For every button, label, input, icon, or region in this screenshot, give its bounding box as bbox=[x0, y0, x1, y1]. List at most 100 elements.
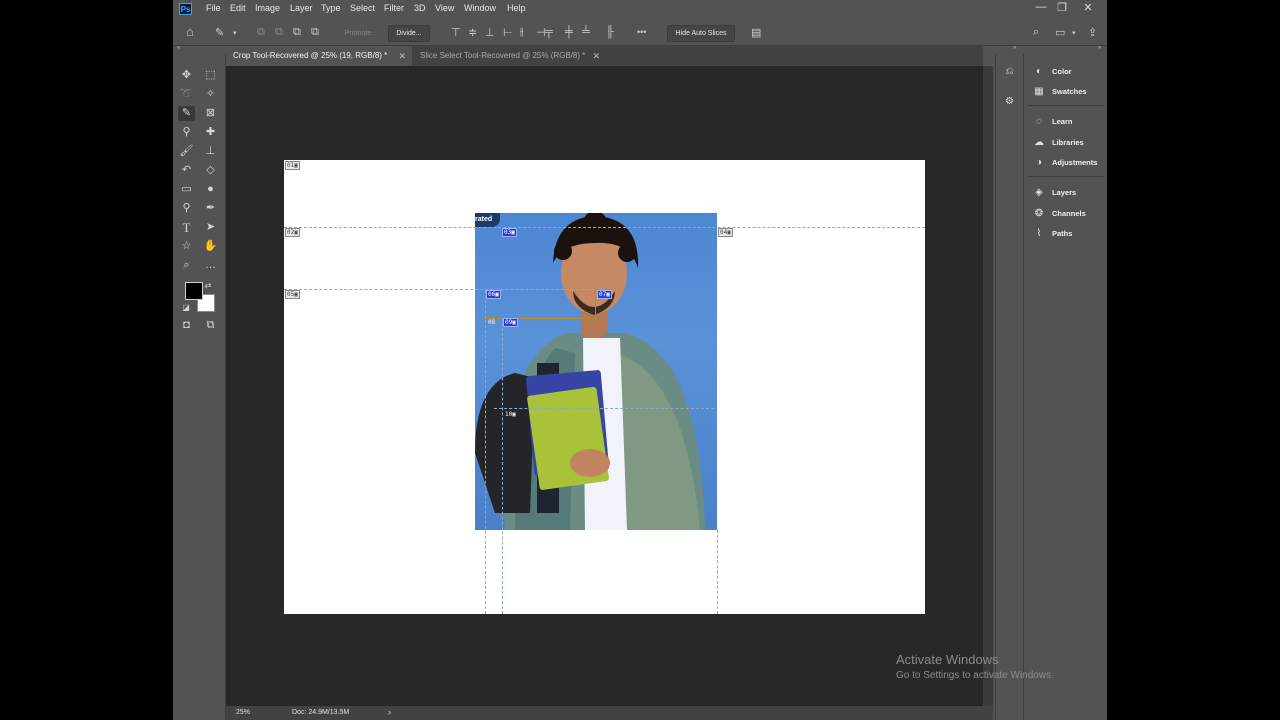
slice-tag-08[interactable]: 08 bbox=[486, 318, 497, 327]
distribute-vcenter-icon[interactable]: ╪ bbox=[565, 26, 573, 38]
send-to-back-icon[interactable]: ⧉ bbox=[311, 26, 319, 39]
menu-edit[interactable]: Edit bbox=[230, 3, 246, 13]
menu-select[interactable]: Select bbox=[350, 3, 375, 13]
properties-panel-icon[interactable]: ⚙ bbox=[1002, 94, 1017, 109]
menu-filter[interactable]: Filter bbox=[384, 3, 404, 13]
menu-view[interactable]: View bbox=[435, 3, 454, 13]
distribute-left-icon[interactable]: ╟ bbox=[606, 26, 614, 38]
align-hcenter-icon[interactable]: ⫲ bbox=[520, 26, 524, 39]
slice-tag-07[interactable]: 07▣ bbox=[597, 290, 612, 299]
align-left-icon[interactable]: ⊢ bbox=[503, 26, 513, 39]
slice-tag-06[interactable]: 06▣ bbox=[486, 290, 501, 299]
slice-tag-01[interactable]: 01▣ bbox=[285, 161, 300, 170]
move-tool-icon[interactable]: ✥ bbox=[178, 68, 195, 83]
align-vcenter-icon[interactable]: ≑ bbox=[468, 26, 477, 39]
path-selection-tool-icon[interactable]: ➤ bbox=[202, 220, 219, 235]
status-menu-arrow-icon[interactable]: › bbox=[388, 707, 391, 717]
more-tools-icon[interactable]: … bbox=[202, 258, 219, 273]
hand-tool-icon[interactable]: ✋ bbox=[202, 239, 219, 254]
hide-auto-slices-button[interactable]: Hide Auto Slices bbox=[667, 25, 735, 42]
menu-window[interactable]: Window bbox=[464, 3, 496, 13]
panel-collapse-icon[interactable]: » bbox=[1098, 45, 1101, 53]
default-colors-icon[interactable]: ◪ bbox=[181, 300, 191, 315]
panel-layers[interactable]: ◈ Layers bbox=[1030, 185, 1106, 201]
eyedropper-tool-icon[interactable]: ⚲ bbox=[178, 125, 195, 140]
blur-tool-icon[interactable]: ● bbox=[202, 182, 219, 197]
zoom-level[interactable]: 25% bbox=[236, 709, 250, 716]
pen-tool-icon[interactable]: ✒ bbox=[202, 201, 219, 216]
shape-tool-icon[interactable]: ☆ bbox=[178, 239, 195, 254]
workspace-icon[interactable]: ▭ bbox=[1055, 26, 1065, 39]
bring-forward-icon[interactable]: ⧉ bbox=[275, 26, 283, 39]
menu-image[interactable]: Image bbox=[255, 3, 280, 13]
home-icon[interactable]: ⌂ bbox=[186, 24, 194, 39]
healing-brush-tool-icon[interactable]: ✚ bbox=[202, 125, 219, 140]
distribute-bottom-icon[interactable]: ╧ bbox=[582, 26, 590, 38]
panel-libraries[interactable]: ☁ Libraries bbox=[1030, 135, 1106, 151]
panel-strip-collapse-icon[interactable]: » bbox=[1013, 45, 1016, 53]
vertical-scrollbar[interactable] bbox=[983, 66, 993, 706]
panel-adjustments[interactable]: ◑ Adjustments bbox=[1030, 155, 1106, 171]
bring-to-front-icon[interactable]: ⧉ bbox=[257, 26, 265, 39]
panel-paths[interactable]: ⌇ Paths bbox=[1030, 226, 1106, 242]
lasso-tool-icon[interactable]: ➰ bbox=[178, 87, 195, 102]
menu-help[interactable]: Help bbox=[507, 3, 526, 13]
brush-tool-icon[interactable]: 🖌 bbox=[178, 144, 195, 159]
divide-button[interactable]: Divide... bbox=[388, 25, 430, 42]
quick-mask-icon[interactable]: ◘ bbox=[178, 318, 195, 333]
marquee-tool-icon[interactable]: ⬚ bbox=[202, 68, 219, 83]
slice-tag-02[interactable]: 02▣ bbox=[285, 228, 300, 237]
tab-slice-select-tool-recovered[interactable]: Slice Select Tool-Recovered @ 25% (RGB/8… bbox=[413, 46, 606, 66]
tab-crop-tool-recovered[interactable]: Crop Tool-Recovered @ 25% (19, RGB/8) * … bbox=[226, 46, 412, 66]
slice-guide-h2 bbox=[284, 289, 594, 290]
restore-button[interactable]: ❐ bbox=[1052, 1, 1072, 14]
slice-tool-preset-icon[interactable]: ✎ bbox=[215, 26, 224, 39]
share-icon[interactable]: ⇪ bbox=[1088, 26, 1097, 39]
align-top-icon[interactable]: ⊤ bbox=[451, 26, 461, 39]
document-canvas[interactable]: rated 01▣ 02▣ 03▣ 04▣ 05▣ 06▣ 07▣ 08 09▣… bbox=[284, 160, 925, 614]
close-button[interactable]: ✕ bbox=[1078, 1, 1098, 14]
screen-mode-icon[interactable]: ⧉ bbox=[202, 318, 219, 333]
zoom-tool-icon[interactable]: ⌕ bbox=[178, 258, 195, 273]
send-backward-icon[interactable]: ⧉ bbox=[293, 26, 301, 39]
canvas-area[interactable]: rated 01▣ 02▣ 03▣ 04▣ 05▣ 06▣ 07▣ 08 09▣… bbox=[226, 66, 983, 706]
align-bottom-icon[interactable]: ⊥ bbox=[485, 26, 495, 39]
slice-tag-03[interactable]: 03▣ bbox=[502, 228, 517, 237]
promote-button[interactable]: Promote bbox=[337, 25, 379, 42]
eraser-tool-icon[interactable]: ◇ bbox=[202, 163, 219, 178]
history-brush-tool-icon[interactable]: ↶ bbox=[178, 163, 195, 178]
menu-file[interactable]: File bbox=[206, 3, 221, 13]
panel-swatches[interactable]: ▦ Swatches bbox=[1030, 84, 1106, 100]
magic-wand-tool-icon[interactable]: ✧ bbox=[202, 87, 219, 102]
slice-tag-05[interactable]: 05▣ bbox=[285, 290, 300, 299]
tab-close-icon[interactable]: ✕ bbox=[398, 46, 406, 66]
chevron-down-icon[interactable]: ▾ bbox=[233, 29, 237, 37]
menu-3d[interactable]: 3D bbox=[414, 3, 426, 13]
more-options-icon[interactable]: ••• bbox=[637, 27, 646, 37]
slice-tag-10[interactable]: 10▣ bbox=[503, 410, 518, 419]
slice-options-icon[interactable]: ▤ bbox=[751, 26, 761, 39]
foreground-color-swatch[interactable] bbox=[185, 282, 203, 300]
swap-colors-icon[interactable]: ⇄ bbox=[203, 278, 213, 293]
clone-stamp-tool-icon[interactable]: ⊥ bbox=[202, 144, 219, 159]
frame-tool-icon[interactable]: ⊠ bbox=[202, 106, 219, 121]
gradient-tool-icon[interactable]: ▭ bbox=[178, 182, 195, 197]
menu-layer[interactable]: Layer bbox=[290, 3, 313, 13]
dodge-tool-icon[interactable]: ⚲ bbox=[178, 201, 195, 216]
panel-channels[interactable]: ❂ Channels bbox=[1030, 206, 1106, 222]
tab-close-icon[interactable]: ✕ bbox=[592, 46, 600, 66]
type-tool-icon[interactable]: T bbox=[178, 220, 195, 235]
slice-tool-icon[interactable]: ✎ bbox=[178, 106, 195, 121]
workspace-chevron-icon[interactable]: ▾ bbox=[1072, 29, 1076, 37]
menu-type[interactable]: Type bbox=[321, 3, 341, 13]
history-panel-icon[interactable]: ⎌ bbox=[1002, 64, 1017, 79]
student-illustration bbox=[475, 213, 705, 530]
panel-learn[interactable]: ◌ Learn bbox=[1030, 114, 1106, 130]
distribute-top-icon[interactable]: ╤ bbox=[545, 26, 553, 38]
slice-tag-04[interactable]: 04▣ bbox=[718, 228, 733, 237]
toolbox-collapse-icon[interactable]: « bbox=[177, 45, 180, 53]
slice-tag-09[interactable]: 09▣ bbox=[503, 318, 518, 327]
search-icon[interactable]: ⌕ bbox=[1033, 26, 1039, 39]
minimize-button[interactable]: — bbox=[1031, 1, 1051, 13]
panel-color[interactable]: ◐ Color bbox=[1030, 64, 1106, 80]
